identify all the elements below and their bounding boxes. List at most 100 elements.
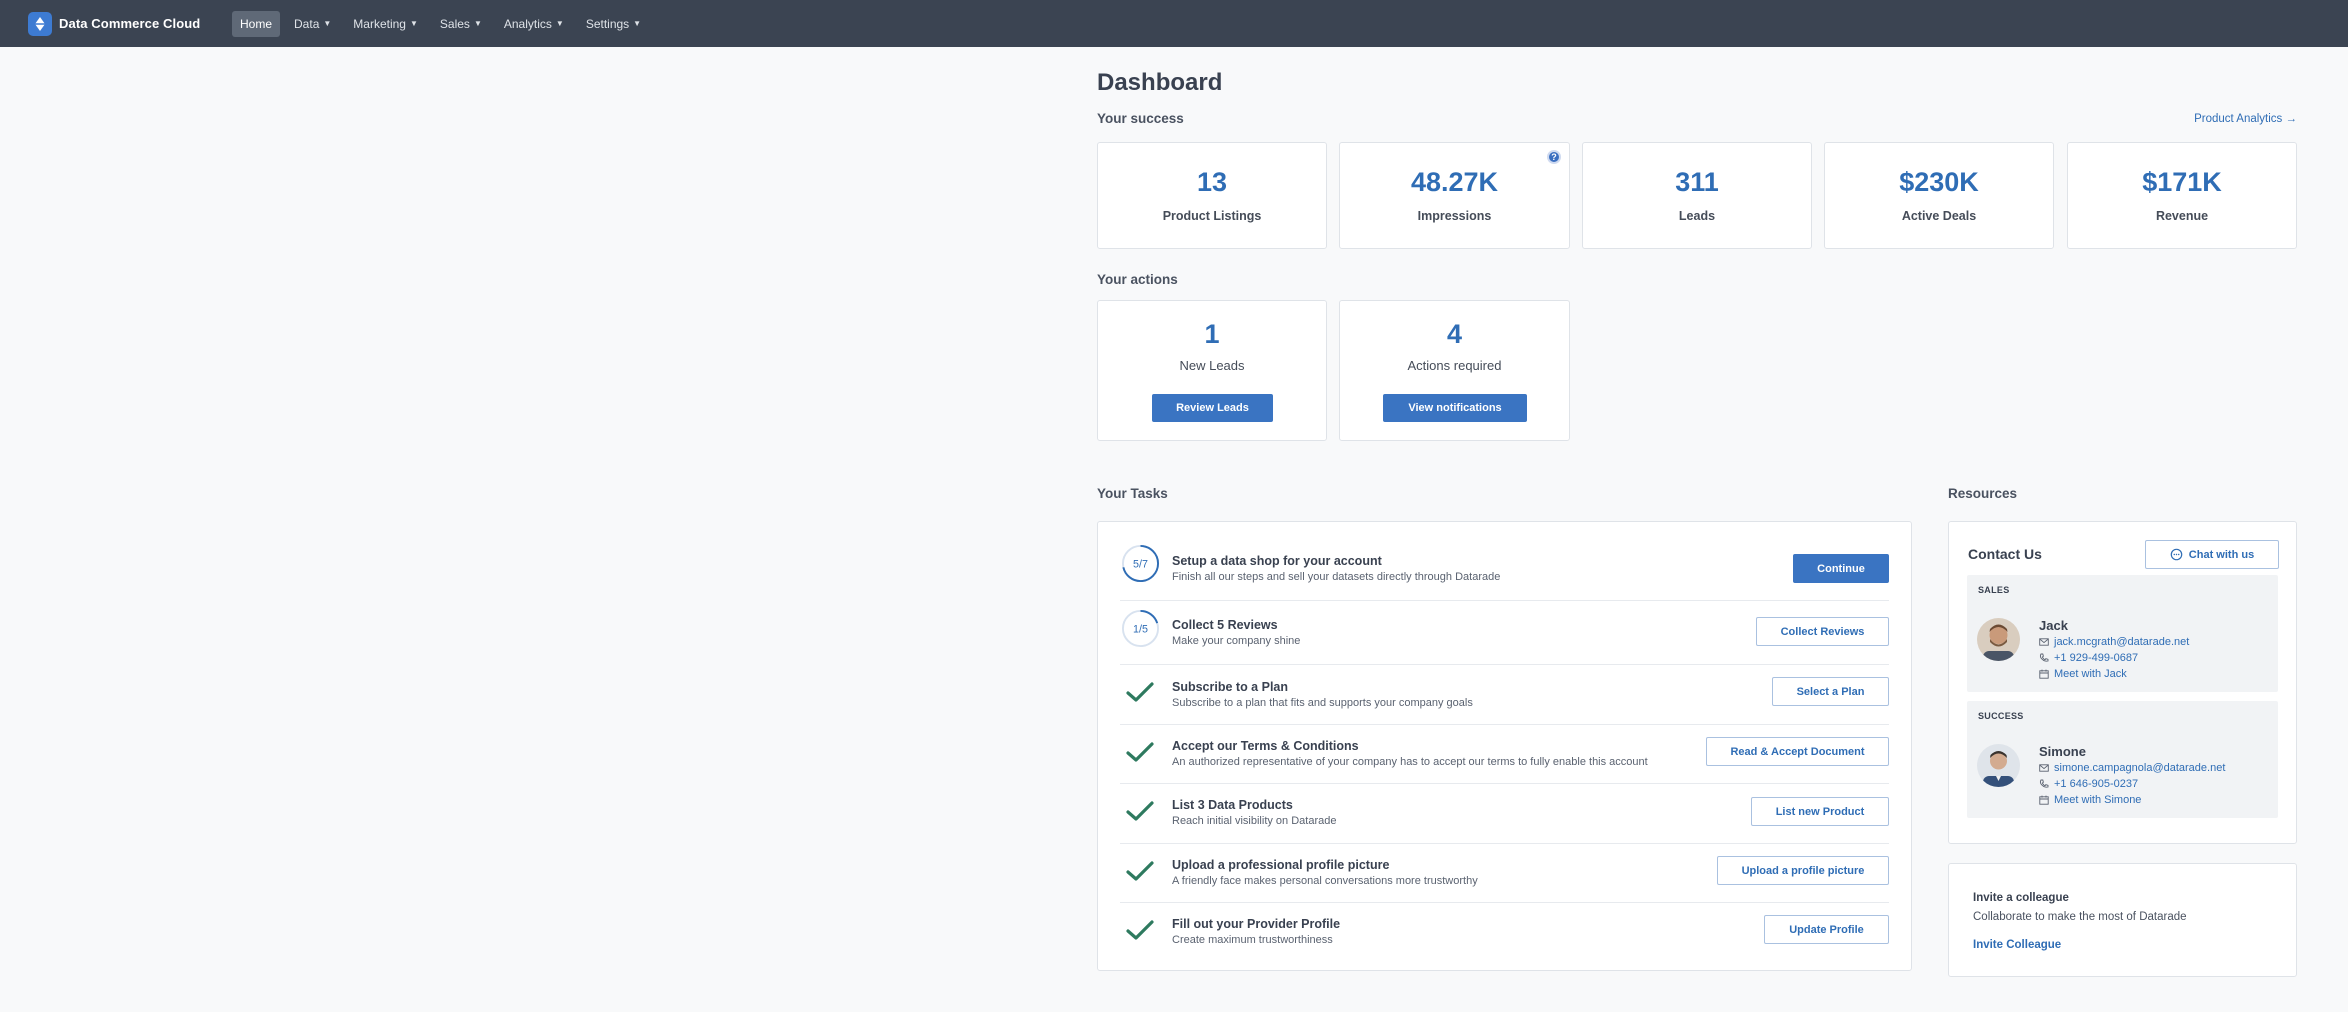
nav-item-home[interactable]: Home: [232, 10, 281, 37]
view-notifications-button[interactable]: View notifications: [1383, 394, 1527, 422]
chevron-down-icon: ▼: [323, 19, 332, 28]
nav-item-label: Analytics: [503, 16, 552, 31]
stat-label: Active Deals: [1901, 209, 1977, 223]
chat-icon: [2170, 548, 2183, 561]
contact-phone-link[interactable]: +1 929-499-0687: [2039, 652, 2138, 664]
progress-ring-icon: 1/5: [1121, 609, 1160, 648]
task-title: Collect 5 Reviews: [1172, 618, 1278, 632]
chevron-down-icon: ▼: [555, 19, 564, 28]
invite-colleague-link[interactable]: Invite Colleague: [1973, 939, 2061, 951]
chevron-down-icon: ▼: [633, 19, 642, 28]
read-accept-document-button[interactable]: Read & Accept Document: [1706, 737, 1889, 766]
contact-email-link[interactable]: jack.mcgrath@datarade.net: [2039, 636, 2189, 648]
contact-person-sales: SALES Jack jack.mcgrath@datarade.net +1 …: [1967, 575, 2278, 692]
chevron-down-icon: ▼: [409, 19, 418, 28]
nav-item-sales[interactable]: Sales ▼: [432, 11, 490, 37]
contact-name: Simone: [2039, 744, 2086, 759]
list-new-product-button[interactable]: List new Product: [1751, 797, 1889, 826]
action-card-actions-required: 4 Actions required View notifications: [1339, 300, 1570, 441]
task-row: Accept our Terms & Conditions An authori…: [1120, 725, 1889, 784]
update-profile-button[interactable]: Update Profile: [1764, 915, 1889, 944]
stat-label: Impressions: [1417, 209, 1492, 223]
product-analytics-link[interactable]: Product Analytics →: [2194, 113, 2297, 125]
task-title: Upload a professional profile picture: [1172, 858, 1390, 872]
action-label: New Leads: [1179, 358, 1245, 373]
chat-with-us-button[interactable]: Chat with us: [2145, 540, 2279, 569]
task-title: Subscribe to a Plan: [1172, 680, 1289, 694]
task-title: List 3 Data Products: [1172, 798, 1293, 812]
stat-value: $171K: [2142, 167, 2222, 197]
stat-card-product-listings[interactable]: 13 Product Listings: [1097, 142, 1327, 249]
upload-profile-picture-button[interactable]: Upload a profile picture: [1717, 856, 1889, 885]
action-value: 4: [1446, 319, 1463, 349]
stat-label: Revenue: [2155, 209, 2209, 223]
phone-icon: [2039, 653, 2049, 662]
stat-label: Leads: [1678, 209, 1716, 223]
task-row: Fill out your Provider Profile Create ma…: [1120, 903, 1889, 960]
contact-name: Jack: [2039, 618, 2068, 633]
check-icon: [1126, 801, 1154, 821]
help-icon[interactable]: ?: [1547, 150, 1561, 164]
nav-item-analytics[interactable]: Analytics ▼: [496, 11, 572, 37]
stat-card-revenue[interactable]: $171K Revenue: [2067, 142, 2297, 249]
invite-card: Invite a colleague Collaborate to make t…: [1948, 863, 2297, 977]
contact-email: simone.campagnola@datarade.net: [2054, 762, 2226, 774]
select-plan-button[interactable]: Select a Plan: [1772, 677, 1889, 706]
mail-icon: [2039, 638, 2049, 646]
task-row: Subscribe to a Plan Subscribe to a plan …: [1120, 665, 1889, 725]
check-icon: [1126, 742, 1154, 762]
action-card-new-leads: 1 New Leads Review Leads: [1097, 300, 1327, 441]
meet-label: Meet with Simone: [2054, 794, 2142, 806]
nav-item-label: Settings: [585, 16, 630, 31]
task-desc: A friendly face makes personal conversat…: [1172, 875, 1478, 887]
task-desc: Reach initial visibility on Datarade: [1172, 815, 1337, 827]
contact-title: Contact Us: [1968, 546, 2042, 562]
stat-value: $230K: [1899, 167, 1979, 197]
avatar: [1977, 744, 2020, 787]
stat-card-impressions[interactable]: ? 48.27K Impressions: [1339, 142, 1570, 249]
section-resources: Resources: [1948, 486, 2018, 501]
top-navbar: Data Commerce Cloud Home Data ▼ Marketing…: [0, 0, 2348, 47]
invite-desc: Collaborate to make the most of Datarade: [1973, 911, 2187, 923]
section-your-actions: Your actions: [1097, 272, 1178, 287]
contact-email: jack.mcgrath@datarade.net: [2054, 636, 2190, 648]
task-row: List 3 Data Products Reach initial visib…: [1120, 784, 1889, 844]
stat-value: 311: [1675, 167, 1719, 197]
collect-reviews-button[interactable]: Collect Reviews: [1756, 617, 1889, 646]
brand[interactable]: Data Commerce Cloud: [28, 11, 232, 36]
invite-title: Invite a colleague: [1973, 892, 2069, 904]
review-leads-button[interactable]: Review Leads: [1152, 394, 1273, 422]
task-row: Upload a professional profile picture A …: [1120, 844, 1889, 903]
mail-icon: [2039, 764, 2049, 772]
task-title: Accept our Terms & Conditions: [1172, 739, 1359, 753]
section-your-tasks: Your Tasks: [1097, 486, 1168, 501]
calendar-icon: [2039, 669, 2049, 679]
meet-link[interactable]: Meet with Simone: [2039, 794, 2141, 806]
task-row: 5/7 Setup a data shop for your account F…: [1120, 537, 1889, 601]
continue-button[interactable]: Continue: [1793, 554, 1889, 583]
task-row: 1/5 Collect 5 Reviews Make your company …: [1120, 601, 1889, 665]
contact-phone-link[interactable]: +1 646-905-0237: [2039, 778, 2138, 790]
chat-button-label: Chat with us: [2188, 548, 2255, 561]
check-icon: [1126, 920, 1154, 940]
avatar: [1977, 618, 2020, 661]
progress-text: 1/5: [1133, 623, 1148, 635]
stat-card-active-deals[interactable]: $230K Active Deals: [1824, 142, 2054, 249]
contact-email-link[interactable]: simone.campagnola@datarade.net: [2039, 762, 2225, 774]
tasks-card: 5/7 Setup a data shop for your account F…: [1097, 521, 1912, 971]
check-icon: [1126, 861, 1154, 881]
meet-link[interactable]: Meet with Jack: [2039, 668, 2127, 680]
brand-name: Data Commerce Cloud: [59, 16, 201, 31]
progress-text: 5/7: [1133, 558, 1148, 570]
nav-item-marketing[interactable]: Marketing ▼: [345, 11, 426, 37]
nav-item-label: Marketing: [353, 16, 406, 31]
chevron-down-icon: ▼: [473, 19, 482, 28]
task-desc: Create maximum trustworthiness: [1172, 934, 1333, 946]
action-label: Actions required: [1407, 358, 1502, 373]
contact-role: SUCCESS: [1978, 711, 2024, 721]
stat-card-leads[interactable]: 311 Leads: [1582, 142, 1812, 249]
nav-item-data[interactable]: Data ▼: [286, 11, 339, 37]
nav-item-settings[interactable]: Settings ▼: [578, 11, 649, 37]
task-desc: Finish all our steps and sell your datas…: [1172, 571, 1501, 583]
nav-item-label: Home: [240, 16, 273, 31]
